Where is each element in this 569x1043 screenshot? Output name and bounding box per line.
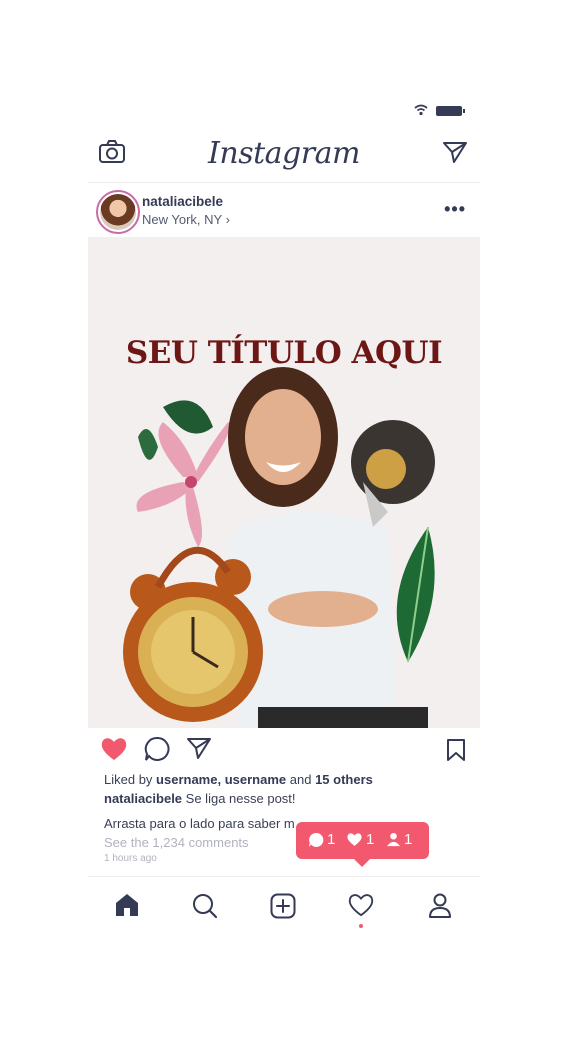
chevron-right-icon: › bbox=[225, 212, 230, 227]
likes-others[interactable]: 15 others bbox=[315, 772, 373, 787]
home-icon[interactable] bbox=[114, 893, 140, 917]
location-text: New York, NY bbox=[142, 212, 222, 227]
top-bar: Instagram bbox=[88, 130, 480, 182]
top-divider bbox=[88, 182, 480, 183]
notif-comments-count: 1 bbox=[327, 831, 336, 848]
avatar[interactable] bbox=[96, 190, 140, 234]
likes-users[interactable]: username, username bbox=[156, 772, 286, 787]
more-options-button[interactable]: ••• bbox=[444, 199, 466, 220]
person-filled-icon bbox=[386, 832, 401, 847]
post-location[interactable]: New York, NY › bbox=[142, 212, 230, 227]
app-logo: Instagram bbox=[208, 136, 360, 171]
add-icon[interactable] bbox=[270, 893, 296, 919]
likes-prefix: Liked by bbox=[104, 772, 153, 787]
notif-comments: 1 bbox=[308, 831, 335, 848]
bottom-nav bbox=[88, 880, 480, 930]
search-icon[interactable] bbox=[192, 893, 218, 919]
activity-indicator-dot bbox=[359, 924, 363, 928]
notif-likes-count: 1 bbox=[366, 831, 375, 848]
post-actions bbox=[88, 730, 480, 770]
status-bar bbox=[88, 90, 480, 130]
comment-filled-icon bbox=[309, 832, 324, 847]
profile-icon[interactable] bbox=[428, 893, 452, 919]
caption-text: Se liga nesse post! bbox=[185, 791, 296, 806]
heart-outline-icon[interactable] bbox=[348, 893, 374, 917]
activity-notification-bubble[interactable]: 1 1 1 bbox=[296, 822, 429, 867]
post-header: nataliacibele New York, NY › ••• bbox=[88, 185, 480, 237]
likes-summary[interactable]: Liked by username, username and 15 other… bbox=[104, 772, 373, 787]
caption-line-2: Arrasta para o lado para saber m bbox=[104, 816, 295, 831]
post-username[interactable]: nataliacibele bbox=[142, 194, 223, 209]
comment-icon[interactable] bbox=[144, 736, 170, 762]
send-icon[interactable] bbox=[442, 140, 468, 164]
likes-middle: and bbox=[289, 772, 312, 787]
caption-username[interactable]: nataliacibele bbox=[104, 791, 182, 806]
battery-icon bbox=[436, 106, 465, 116]
notif-follows: 1 bbox=[386, 831, 412, 848]
post-timestamp: 1 hours ago bbox=[104, 853, 157, 864]
post-image[interactable]: SEU TÍTULO AQUI bbox=[88, 237, 480, 728]
caption: nataliacibele Se liga nesse post! bbox=[104, 791, 296, 806]
nav-divider bbox=[88, 876, 480, 877]
post-photo-collage bbox=[123, 367, 435, 728]
notif-likes: 1 bbox=[346, 831, 374, 848]
notif-follows-count: 1 bbox=[404, 831, 413, 848]
bookmark-icon[interactable] bbox=[446, 738, 466, 762]
instagram-app: Instagram nataliacibele New York, NY › •… bbox=[88, 90, 480, 950]
share-icon[interactable] bbox=[186, 736, 212, 760]
wifi-icon bbox=[414, 104, 428, 116]
view-comments-link[interactable]: See the 1,234 comments bbox=[104, 835, 249, 850]
heart-icon[interactable] bbox=[100, 736, 128, 762]
heart-filled-icon bbox=[347, 833, 362, 846]
